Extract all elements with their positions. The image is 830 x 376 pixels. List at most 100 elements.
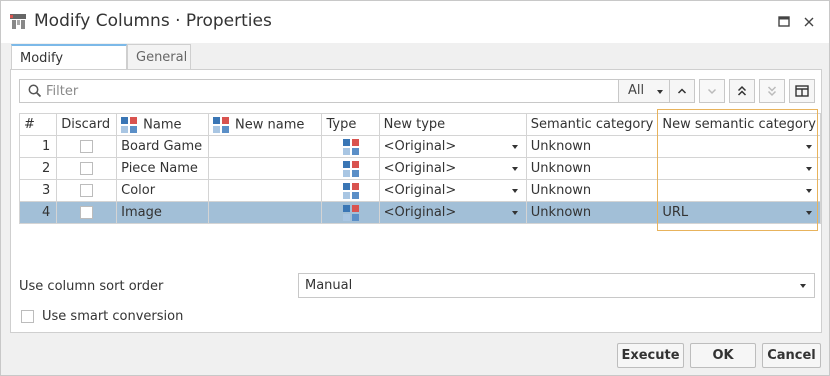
new-semantic-dropdown[interactable]	[657, 157, 821, 180]
discard-cell	[56, 179, 118, 202]
modify-columns-panel: All # Discard	[10, 69, 822, 333]
chevron-down-icon	[657, 90, 663, 94]
new-type-value: <Original>	[383, 183, 457, 198]
chevron-down-icon	[511, 211, 518, 215]
filter-bar: All	[19, 79, 670, 103]
discard-checkbox[interactable]	[80, 184, 94, 197]
chevron-down-icon	[806, 167, 812, 171]
move-up-button[interactable]	[669, 79, 695, 103]
header-new-type[interactable]: New type	[378, 113, 527, 136]
table-row[interactable]: 1 Board Game <Original> Unknown	[18, 135, 821, 158]
title-bar: Modify Columns · Properties	[1, 1, 829, 43]
semantic-category-cell: Unknown	[525, 135, 659, 158]
name-cell[interactable]: Image	[116, 201, 210, 224]
smart-conversion-checkbox[interactable]	[21, 310, 34, 323]
discard-checkbox[interactable]	[80, 140, 94, 153]
header-semantic-category[interactable]: Semantic category	[525, 113, 659, 136]
discard-checkbox[interactable]	[80, 162, 94, 175]
sort-order-label: Use column sort order	[19, 279, 164, 294]
move-to-bottom-button[interactable]	[759, 79, 785, 103]
close-icon[interactable]	[799, 12, 819, 32]
string-type-icon	[342, 160, 359, 177]
table-row[interactable]: 3 Color <Original> Unknown	[18, 179, 821, 202]
smart-conversion-label[interactable]: Use smart conversion	[42, 309, 183, 324]
columns-layout-button[interactable]	[789, 79, 815, 103]
header-new-name-label: New name	[235, 117, 305, 132]
columns-table: # Discard Name New name Type New type Se…	[18, 113, 821, 224]
row-number: 4	[18, 201, 58, 224]
tab-modify-columns[interactable]: Modify columns	[11, 44, 127, 91]
header-new-semantic-category[interactable]: New semantic category	[657, 113, 821, 136]
chevron-down-icon	[806, 145, 812, 149]
filter-input[interactable]	[46, 82, 606, 100]
row-number: 3	[18, 179, 58, 202]
table-header-row: # Discard Name New name Type New type Se…	[18, 113, 821, 136]
type-cell	[321, 179, 380, 202]
chevron-down-icon	[707, 88, 717, 95]
table-row-selected[interactable]: 4 Image <Original> Unknown URL	[18, 201, 821, 224]
name-cell[interactable]: Piece Name	[116, 157, 210, 180]
app-icon	[10, 14, 26, 29]
row-number: 1	[18, 135, 58, 158]
new-name-cell[interactable]	[208, 201, 323, 224]
move-to-top-button[interactable]	[729, 79, 755, 103]
new-type-value: <Original>	[383, 205, 457, 220]
cancel-button[interactable]: Cancel	[762, 343, 821, 368]
new-name-cell[interactable]	[208, 179, 323, 202]
chevron-down-icon	[511, 167, 518, 171]
chevron-down-icon	[511, 189, 518, 193]
chevron-down-icon	[806, 211, 812, 215]
modify-columns-dialog: Modify Columns · Properties Modify colum…	[0, 0, 830, 376]
row-number: 2	[18, 157, 58, 180]
new-name-cell[interactable]	[208, 157, 323, 180]
ok-button[interactable]: OK	[690, 343, 756, 368]
new-type-value: <Original>	[383, 139, 457, 154]
new-type-dropdown[interactable]: <Original>	[378, 201, 527, 224]
filter-scope-dropdown[interactable]: All	[618, 80, 670, 102]
double-chevron-down-icon	[767, 86, 777, 97]
header-name-label: Name	[143, 117, 182, 132]
discard-cell	[56, 135, 118, 158]
header-num[interactable]: #	[18, 113, 58, 136]
new-type-dropdown[interactable]: <Original>	[378, 179, 527, 202]
columns-layout-icon	[795, 85, 809, 97]
new-type-dropdown[interactable]: <Original>	[378, 135, 527, 158]
new-name-cell[interactable]	[208, 135, 323, 158]
discard-checkbox[interactable]	[80, 206, 94, 219]
execute-button[interactable]: Execute	[617, 343, 684, 368]
new-semantic-value: URL	[662, 205, 689, 220]
discard-cell	[56, 201, 118, 224]
new-semantic-dropdown[interactable]	[657, 135, 821, 158]
sort-order-value: Manual	[305, 278, 353, 293]
move-down-button[interactable]	[699, 79, 725, 103]
type-cell	[321, 135, 380, 158]
type-cell	[321, 201, 380, 224]
filter-scope-label: All	[628, 83, 645, 98]
sort-order-dropdown[interactable]: Manual	[298, 273, 815, 298]
header-new-name[interactable]: New name	[208, 113, 323, 136]
string-type-icon	[342, 138, 359, 155]
string-type-icon	[342, 182, 359, 199]
semantic-category-cell: Unknown	[525, 201, 659, 224]
chevron-down-icon	[800, 284, 806, 288]
name-cell[interactable]: Color	[116, 179, 210, 202]
column-type-icon	[213, 116, 230, 133]
header-name[interactable]: Name	[116, 113, 210, 136]
discard-cell	[56, 157, 118, 180]
header-type[interactable]: Type	[321, 113, 380, 136]
semantic-category-cell: Unknown	[525, 157, 659, 180]
double-chevron-up-icon	[737, 85, 747, 96]
new-semantic-dropdown[interactable]: URL	[657, 201, 821, 224]
tab-general[interactable]: General	[127, 44, 191, 70]
header-discard[interactable]: Discard	[56, 113, 118, 136]
column-type-icon	[121, 116, 138, 133]
new-semantic-dropdown[interactable]	[657, 179, 821, 202]
string-type-icon	[342, 204, 359, 221]
new-type-dropdown[interactable]: <Original>	[378, 157, 527, 180]
type-cell	[321, 157, 380, 180]
chevron-down-icon	[511, 145, 518, 149]
name-cell[interactable]: Board Game	[116, 135, 210, 158]
window-title: Modify Columns · Properties	[34, 11, 272, 31]
maximize-icon[interactable]	[774, 12, 794, 32]
table-row[interactable]: 2 Piece Name <Original> Unknown	[18, 157, 821, 180]
